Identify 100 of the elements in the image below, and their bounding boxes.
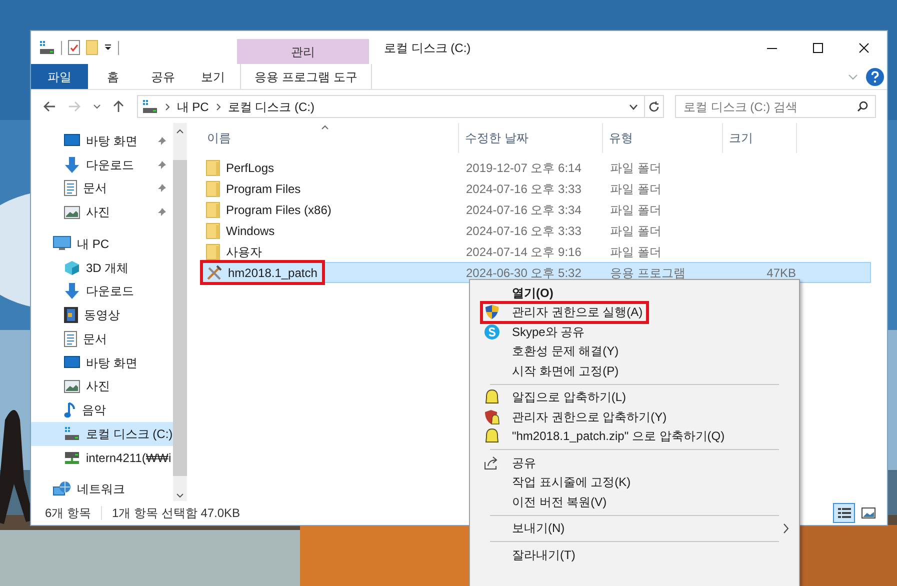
item-count: 6개 항목 bbox=[45, 505, 92, 522]
menu-item[interactable]: 시작 화면에 고정(P) bbox=[482, 361, 789, 380]
nav-item[interactable]: 다운로드 bbox=[31, 279, 173, 304]
breadcrumb-item[interactable]: 내 PC bbox=[176, 98, 209, 116]
file-name-cell[interactable]: PerfLogs bbox=[202, 157, 280, 178]
menu-item[interactable]: "hm2018.1_patch.zip" 으로 압축하기(Q) bbox=[482, 426, 789, 446]
search-field[interactable]: 로컬 디스크 (C:) 검색 bbox=[674, 95, 876, 118]
nav-item[interactable]: 내 PC bbox=[31, 232, 173, 256]
breadcrumb-item[interactable]: 로컬 디스크 (C:) bbox=[228, 98, 314, 116]
date-cell-text: 2024-07-16 오후 3:33 bbox=[465, 222, 582, 240]
nav-item[interactable]: 사진 bbox=[31, 374, 173, 398]
scrollbar[interactable] bbox=[173, 123, 187, 501]
pin-icon[interactable] bbox=[157, 136, 167, 146]
nav-label: 문서 bbox=[83, 330, 107, 348]
file-row[interactable]: Windows 2024-07-16 오후 3:33 파일 폴더 bbox=[201, 220, 871, 241]
ribbon-tab[interactable]: 파일 bbox=[31, 64, 88, 89]
date-cell-text: 2024-07-14 오후 9:16 bbox=[465, 244, 582, 260]
nav-item[interactable]: 음악 bbox=[31, 398, 173, 422]
file-name-cell[interactable]: Windows bbox=[202, 220, 281, 241]
globe-monitor-icon bbox=[53, 481, 71, 498]
maximize-icon bbox=[813, 42, 823, 52]
film-strip-icon bbox=[64, 307, 78, 324]
column-header[interactable]: 이름 bbox=[201, 123, 459, 153]
cube-icon bbox=[64, 260, 80, 276]
chevron-down-icon[interactable] bbox=[93, 104, 101, 109]
file-name-cell[interactable]: Program Files bbox=[202, 178, 307, 199]
nav-item[interactable]: intern4211(₩₩i bbox=[31, 446, 173, 470]
menu-item[interactable]: 호환성 문제 해결(Y) bbox=[482, 342, 789, 361]
nav-item[interactable]: 문서 bbox=[31, 176, 173, 200]
ribbon-tab[interactable]: 보기 bbox=[188, 64, 238, 89]
dropdown-icon[interactable] bbox=[104, 44, 112, 51]
type-cell-text: 파일 폴더 bbox=[609, 160, 662, 176]
search-icon[interactable] bbox=[857, 101, 868, 112]
details-view-button[interactable] bbox=[833, 503, 855, 523]
nav-item[interactable]: 동영상 bbox=[31, 303, 173, 327]
up-arrow-icon[interactable] bbox=[113, 100, 124, 113]
checklist-icon[interactable] bbox=[68, 40, 80, 55]
menu-item[interactable]: 관리자 권한으로 실행(A) bbox=[482, 302, 789, 322]
drive-icon[interactable] bbox=[39, 40, 55, 54]
ribbon-tab[interactable]: 공유 bbox=[138, 64, 188, 89]
date-cell-text: 2024-07-16 오후 3:33 bbox=[465, 180, 582, 198]
file-row[interactable]: hm2018.1_patch 2024-06-30 오후 5:32 응용 프로그램 47KB bbox=[201, 262, 871, 283]
nav-item[interactable]: 로컬 디스크 (C:) bbox=[31, 422, 173, 446]
menu-label: "hm2018.1_patch.zip" 으로 압축하기(Q) bbox=[512, 428, 725, 446]
menu-item[interactable]: 잘라내기(T) bbox=[482, 545, 789, 564]
menu-item[interactable]: Skype와 공유 bbox=[482, 322, 789, 342]
nav-item[interactable]: 3D 개체 bbox=[31, 256, 173, 280]
menu-item[interactable]: 관리자 권한으로 압축하기(Y) bbox=[482, 407, 789, 426]
nav-item[interactable]: 다운로드 bbox=[31, 152, 173, 176]
nav-label: 내 PC bbox=[77, 236, 110, 253]
breadcrumb-chevron-icon[interactable] bbox=[216, 102, 221, 110]
pin-icon[interactable] bbox=[157, 160, 167, 170]
file-name-cell[interactable]: 사용자 bbox=[202, 241, 268, 262]
menu-item[interactable]: 알집으로 압축하기(L) bbox=[482, 388, 789, 407]
help-icon[interactable] bbox=[866, 68, 884, 86]
column-header[interactable]: 수정한 날짜 bbox=[459, 123, 603, 153]
menu-label: 보내기(N) bbox=[512, 520, 565, 538]
file-name: 사용자 bbox=[226, 244, 262, 260]
drive-icon bbox=[64, 426, 80, 441]
nav-item[interactable]: 문서 bbox=[31, 326, 173, 351]
nav-item[interactable]: 사진 bbox=[31, 200, 173, 224]
scroll-down-icon[interactable] bbox=[176, 493, 184, 498]
chevron-down-icon[interactable] bbox=[628, 104, 638, 110]
file-row[interactable]: PerfLogs 2019-12-07 오후 6:14 파일 폴더 bbox=[201, 157, 871, 178]
nav-label: 바탕 화면 bbox=[86, 132, 138, 150]
refresh-icon[interactable] bbox=[648, 100, 660, 112]
file-name-cell[interactable]: Program Files (x86) bbox=[202, 199, 338, 220]
menu-label: 호환성 문제 해결(Y) bbox=[512, 343, 619, 360]
back-arrow-icon[interactable] bbox=[43, 101, 56, 112]
nav-item[interactable]: 바탕 화면 bbox=[31, 129, 173, 153]
column-header[interactable]: 크기 bbox=[723, 123, 797, 153]
file-row[interactable]: Program Files 2024-07-16 오후 3:33 파일 폴더 bbox=[201, 178, 871, 199]
network-drive-icon bbox=[64, 450, 80, 465]
scrollbar-thumb[interactable] bbox=[173, 160, 187, 476]
menu-item[interactable]: 작업 표시줄에 고정(K) bbox=[482, 472, 789, 492]
menu-label: 이전 버전 복원(V) bbox=[512, 494, 607, 511]
nav-item[interactable]: 바탕 화면 bbox=[31, 350, 173, 374]
drive-icon bbox=[142, 100, 158, 114]
file-name-cell[interactable]: hm2018.1_patch bbox=[202, 262, 324, 283]
address-bar[interactable]: 내 PC 로컬 디스크 (C:) bbox=[136, 95, 664, 118]
ribbon-tab[interactable]: 응용 프로그램 도구 bbox=[240, 64, 372, 89]
file-row[interactable]: Program Files (x86) 2024-07-16 오후 3:34 파일 폴더 bbox=[201, 199, 871, 220]
menu-item[interactable]: 공유 bbox=[482, 453, 789, 472]
menu-item[interactable]: 열기(O) bbox=[482, 283, 789, 302]
scroll-up-icon[interactable] bbox=[176, 129, 184, 134]
nav-item[interactable]: 네트워크 bbox=[31, 477, 173, 501]
breadcrumb-chevron-icon[interactable] bbox=[164, 102, 170, 110]
pin-icon[interactable] bbox=[157, 183, 167, 194]
download-arrow-icon bbox=[64, 156, 80, 173]
column-header[interactable]: 유형 bbox=[603, 123, 723, 153]
file-name: PerfLogs bbox=[226, 160, 274, 176]
menu-label: 관리자 권한으로 압축하기(Y) bbox=[512, 408, 667, 426]
nav-label: 사진 bbox=[86, 378, 110, 396]
landscape-image-icon bbox=[64, 380, 80, 393]
pin-icon[interactable] bbox=[157, 207, 167, 218]
menu-item[interactable]: 보내기(N) bbox=[482, 518, 789, 538]
ribbon-tab[interactable]: 홈 bbox=[88, 64, 138, 89]
file-row[interactable]: 사용자 2024-07-14 오후 9:16 파일 폴더 bbox=[201, 241, 871, 262]
nav-label: 네트워크 bbox=[77, 481, 125, 498]
menu-item[interactable]: 이전 버전 복원(V) bbox=[482, 492, 789, 512]
